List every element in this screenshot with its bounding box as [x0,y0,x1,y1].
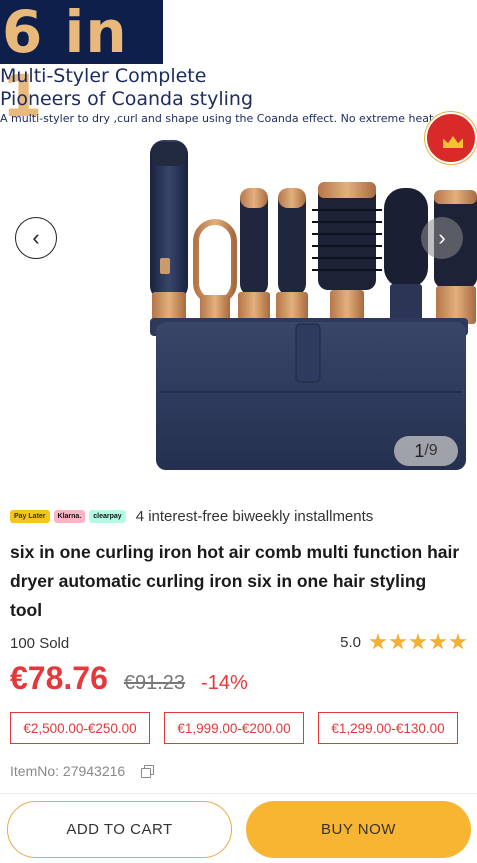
current-price: €78.76 [10,660,108,696]
clearpay-badge: clearpay [89,510,126,523]
klarna-badge: Klarna. [53,510,86,523]
total-image-count: 9 [428,442,438,459]
item-number-row: ItemNo: 27943216 [10,763,155,779]
current-image-number: 1 [414,440,425,461]
next-image-button[interactable]: › [421,217,463,259]
installments-text: 4 interest-free biweekly installments [135,508,374,525]
copy-icon[interactable] [141,765,155,778]
buy-now-button[interactable]: BUY NOW [246,801,471,858]
coupon-item[interactable]: €1,999.00-€200.00 [164,712,304,744]
coupon-list: €2,500.00-€250.00 €1,999.00-€200.00 €1,2… [10,712,458,744]
product-image [150,140,477,470]
star-icon [369,633,387,650]
star-icon [409,633,427,650]
price-row: €78.76 €91.23 -14% [10,660,248,697]
bottom-action-bar: ADD TO CART BUY NOW [0,799,477,863]
rating-value: 5.0 [340,633,361,651]
product-image-gallery[interactable]: 6 in 1 Multi-Styler Complete Pioneers of… [0,0,477,480]
chevron-left-icon: ‹ [32,225,40,250]
star-icon [389,633,407,650]
coupon-item[interactable]: €2,500.00-€250.00 [10,712,150,744]
add-to-cart-button[interactable]: ADD TO CART [7,801,232,858]
installments-row[interactable]: Pay Later Klarna. clearpay 4 interest-fr… [10,508,373,525]
discount-percent: -14% [201,672,248,694]
sold-count: 100 Sold [10,635,70,652]
item-number: ItemNo: 27943216 [10,763,126,779]
previous-image-button[interactable]: ‹ [15,217,57,259]
star-icon [449,633,467,650]
star-icon [429,633,447,650]
paylater-badge: Pay Later [10,510,50,523]
original-price: €91.23 [123,672,186,694]
image-page-indicator: 1 / 9 [394,436,458,466]
chevron-right-icon: › [438,225,446,250]
product-title: six in one curling iron hot air comb mul… [10,542,460,620]
coupon-item[interactable]: €1,299.00-€130.00 [318,712,458,744]
divider [0,793,477,794]
rating[interactable]: 5.0 [340,633,467,651]
